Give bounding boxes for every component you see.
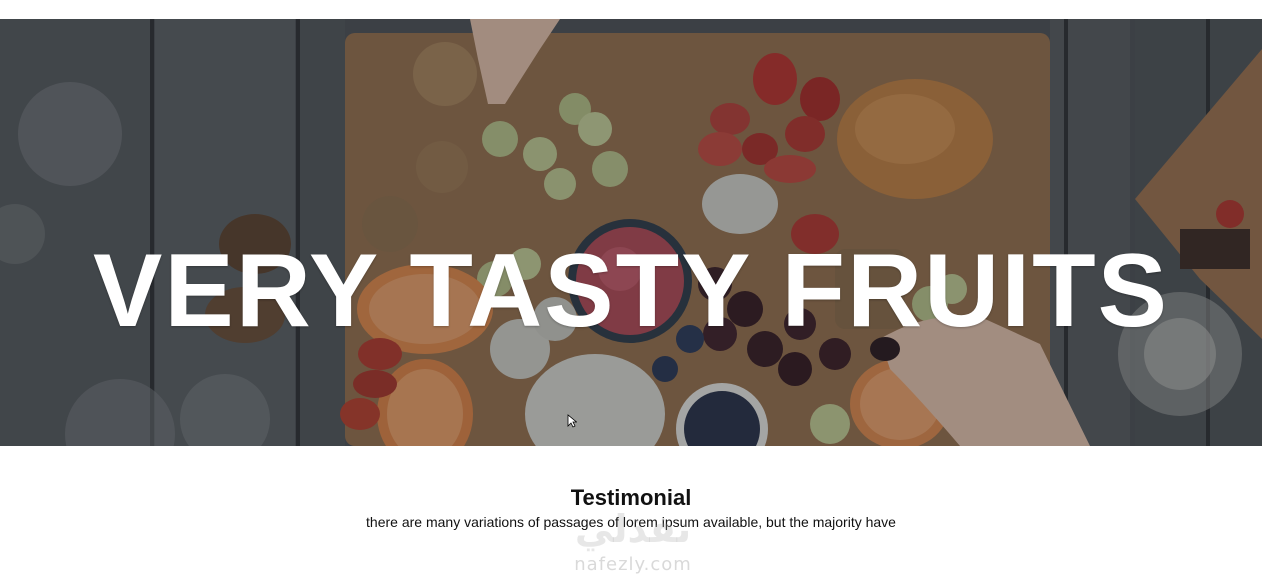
page: VERY TASTY FRUITS Testimonial there are … [0,0,1262,585]
hero-banner: VERY TASTY FRUITS [0,19,1262,446]
testimonial-text: there are many variations of passages of… [366,514,896,531]
mouse-cursor-icon [567,414,577,428]
watermark-url: nafezly.com [574,554,692,575]
hero-title: VERY TASTY FRUITS [92,232,1170,349]
testimonial-section: Testimonial there are many variations of… [0,485,1262,531]
testimonial-title: Testimonial [570,485,692,510]
